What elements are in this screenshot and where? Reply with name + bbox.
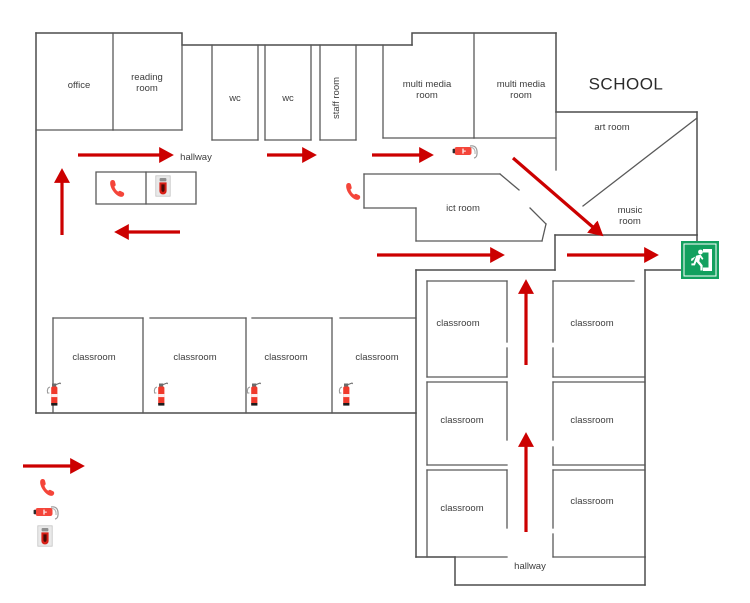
emergency-phone-icon [110, 179, 125, 197]
room-label-staff-room: staff room [331, 77, 342, 119]
fire-extinguisher-icon [246, 382, 262, 406]
west-classroom-partitions [52, 317, 417, 414]
room-label-multi-media-2: multi media room [497, 78, 546, 100]
room-label-classroom-5: classroom [436, 318, 479, 329]
room-label-art-room: art room [594, 122, 629, 133]
room-label-music-room: music room [618, 204, 643, 226]
emergency-phone-icon [40, 478, 55, 496]
fire-hose-reel-icon [33, 506, 59, 520]
room-label-classroom-10: classroom [570, 496, 613, 507]
escape-arrow-diagonal-to-music [511, 156, 604, 237]
fire-hose-reel-icon [452, 145, 478, 159]
room-label-hallway-south: hallway [514, 561, 546, 572]
room-label-classroom-2: classroom [173, 352, 216, 363]
room-label-reading-room: reading room [131, 71, 163, 93]
room-label-office: office [68, 80, 91, 91]
room-label-multi-media-1: multi media room [403, 78, 452, 100]
room-label-classroom-4: classroom [355, 352, 398, 363]
fire-alarm-call-point-icon [37, 525, 53, 547]
fire-extinguisher-icon [153, 382, 169, 406]
emergency-phone-icon [346, 182, 361, 200]
room-label-classroom-7: classroom [440, 415, 483, 426]
room-label-wc-2: wc [281, 93, 294, 104]
room-label-classroom-1: classroom [72, 352, 115, 363]
escape-route-arrow-group [54, 147, 659, 532]
floor-plan-canvas: office reading room wc wc staff room multi med… [0, 0, 750, 603]
emergency-exit-icon [681, 241, 719, 279]
room-label-classroom-3: classroom [264, 352, 307, 363]
floor-plan-drawing: office reading room wc wc staff room multi med… [23, 32, 698, 586]
fire-extinguisher-icon [46, 382, 62, 406]
room-label-classroom-6: classroom [570, 318, 613, 329]
room-label-classroom-9: classroom [440, 503, 483, 514]
room-label-ict-room: ict room [446, 203, 480, 214]
fire-extinguisher-icon [338, 382, 354, 406]
north-room-partitions [35, 32, 557, 141]
room-label-hallway-main: hallway [180, 152, 212, 163]
page-title: SCHOOL [589, 74, 664, 93]
room-label-classroom-8: classroom [570, 415, 613, 426]
room-label-wc-1: wc [228, 93, 241, 104]
fire-alarm-call-point-icon [155, 175, 171, 197]
